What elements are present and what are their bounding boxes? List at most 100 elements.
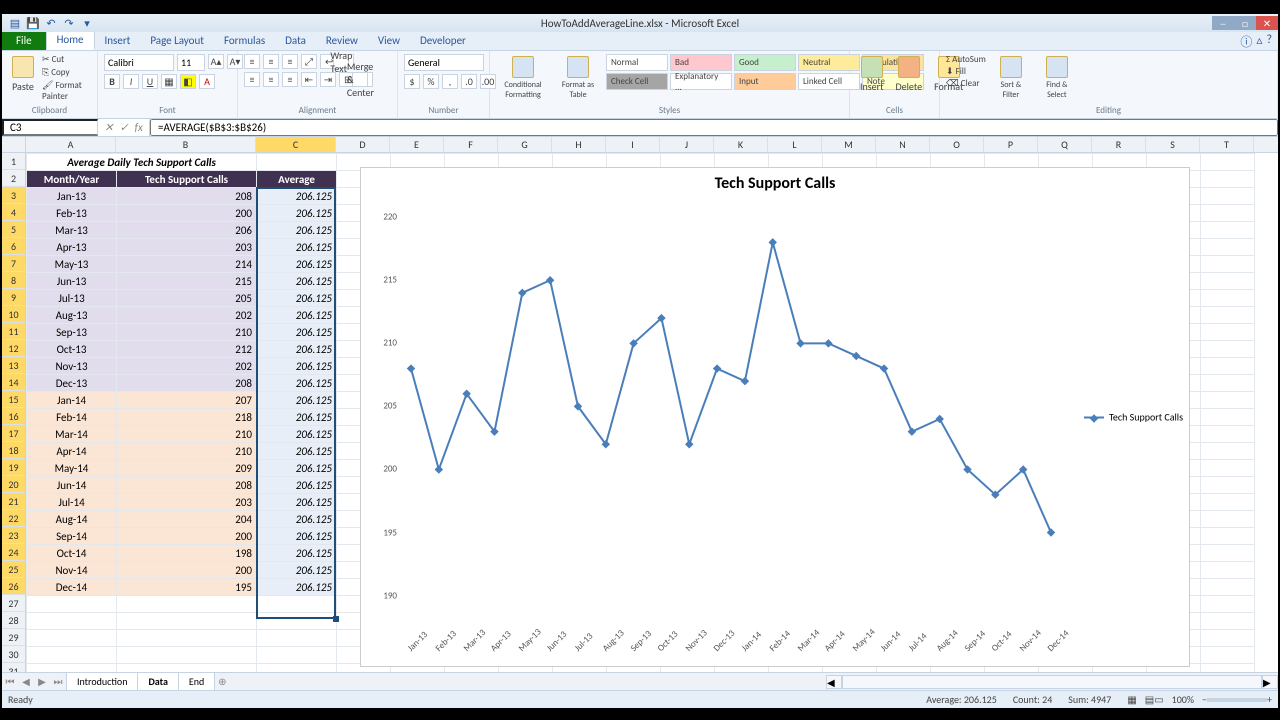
col-header-A[interactable]: A (26, 137, 116, 152)
cell-T15[interactable] (1201, 392, 1255, 409)
help2-icon[interactable]: ? (1266, 33, 1272, 50)
view-pagebreak-icon[interactable]: ▭ (1154, 693, 1163, 706)
cell-style-normal[interactable]: Normal (606, 54, 668, 71)
zoom-in-icon[interactable]: + (1267, 693, 1272, 706)
col-header-L[interactable]: L (768, 137, 822, 152)
cell-B7[interactable]: 214 (117, 256, 257, 273)
row-header-8[interactable]: 8 (2, 272, 25, 289)
fill-button[interactable]: ⬇ Fill (946, 66, 986, 77)
ribbon-tab-review[interactable]: Review (316, 31, 368, 50)
align-center-icon[interactable]: ≡ (263, 72, 279, 87)
cell-C17[interactable]: 206.125 (257, 426, 337, 443)
cell-T17[interactable] (1201, 426, 1255, 443)
col-header-H[interactable]: H (552, 137, 606, 152)
font-size-select[interactable] (177, 54, 205, 71)
fill-handle[interactable] (333, 616, 339, 622)
align-bottom-icon[interactable]: ≡ (282, 54, 298, 69)
row-header-10[interactable]: 10 (2, 306, 25, 323)
cell-T4[interactable] (1201, 205, 1255, 222)
cell-C16[interactable]: 206.125 (257, 409, 337, 426)
cell-A1[interactable]: Average Daily Tech Support Calls (27, 154, 257, 171)
align-middle-icon[interactable]: ≡ (263, 54, 279, 69)
sheet-nav-first-icon[interactable]: ⏮ (2, 675, 18, 688)
number-format-select[interactable] (404, 54, 484, 71)
cell-C3[interactable]: 206.125 (257, 188, 337, 205)
col-header-F[interactable]: F (444, 137, 498, 152)
cell-B18[interactable]: 210 (117, 443, 257, 460)
cell-A4[interactable]: Feb-13 (27, 205, 117, 222)
cell-A17[interactable]: Mar-14 (27, 426, 117, 443)
cell-B8[interactable]: 215 (117, 273, 257, 290)
undo-icon[interactable]: ↶ (44, 16, 58, 30)
cell-A30[interactable] (27, 647, 117, 664)
sheet-tab-introduction[interactable]: Introduction (66, 672, 138, 691)
cell-A8[interactable]: Jun-13 (27, 273, 117, 290)
save-icon[interactable]: 💾 (26, 16, 40, 30)
row-header-29[interactable]: 29 (2, 629, 25, 646)
row-header-3[interactable]: 3 (2, 187, 25, 204)
redo-icon[interactable]: ↷ (62, 16, 76, 30)
italic-button[interactable]: I (123, 74, 139, 89)
col-header-Q[interactable]: Q (1038, 137, 1092, 152)
formula-input[interactable] (150, 119, 1278, 136)
cell-style-check-cell[interactable]: Check Cell (606, 73, 668, 90)
cell-A23[interactable]: Sep-14 (27, 528, 117, 545)
ribbon-tab-home[interactable]: Home (46, 29, 95, 50)
cell-T19[interactable] (1201, 460, 1255, 477)
col-header-T[interactable]: T (1200, 137, 1254, 152)
cell-C4[interactable]: 206.125 (257, 205, 337, 222)
cell-B27[interactable] (117, 596, 257, 613)
zoom-slider[interactable] (1207, 698, 1267, 702)
col-header-C[interactable]: C (256, 137, 336, 152)
cell-A26[interactable]: Dec-14 (27, 579, 117, 596)
font-name-select[interactable] (104, 54, 174, 71)
cell-A19[interactable]: May-14 (27, 460, 117, 477)
cell-T21[interactable] (1201, 494, 1255, 511)
bold-button[interactable]: B (104, 74, 120, 89)
row-header-22[interactable]: 22 (2, 510, 25, 527)
fill-color-button[interactable]: ◧ (180, 74, 196, 89)
cell-T13[interactable] (1201, 358, 1255, 375)
cell-B11[interactable]: 210 (117, 324, 257, 341)
col-header-P[interactable]: P (984, 137, 1038, 152)
cell-B29[interactable] (117, 630, 257, 647)
cell-T14[interactable] (1201, 375, 1255, 392)
row-header-18[interactable]: 18 (2, 442, 25, 459)
row-header-14[interactable]: 14 (2, 374, 25, 391)
paste-button[interactable]: Paste (8, 54, 38, 95)
cell-B12[interactable]: 212 (117, 341, 257, 358)
row-header-31[interactable]: 31 (2, 663, 25, 672)
cell-C5[interactable]: 206.125 (257, 222, 337, 239)
cell-T16[interactable] (1201, 409, 1255, 426)
cell-B6[interactable]: 203 (117, 239, 257, 256)
cell-T6[interactable] (1201, 239, 1255, 256)
comma-icon[interactable]: , (442, 74, 458, 89)
cell-C18[interactable]: 206.125 (257, 443, 337, 460)
row-header-5[interactable]: 5 (2, 221, 25, 238)
cell-C15[interactable]: 206.125 (257, 392, 337, 409)
cell-T23[interactable] (1201, 528, 1255, 545)
view-layout-icon[interactable]: ▤ (1145, 693, 1154, 706)
cell-B21[interactable]: 203 (117, 494, 257, 511)
row-header-28[interactable]: 28 (2, 612, 25, 629)
cell-C23[interactable]: 206.125 (257, 528, 337, 545)
cell-C28[interactable] (257, 613, 337, 630)
cell-B22[interactable]: 204 (117, 511, 257, 528)
name-box[interactable] (2, 119, 98, 136)
view-normal-icon[interactable]: ▦ (1127, 693, 1136, 706)
row-header-2[interactable]: 2 (2, 170, 25, 187)
underline-button[interactable]: U (142, 74, 158, 89)
ribbon-tab-view[interactable]: View (368, 31, 410, 50)
cell-style-good[interactable]: Good (734, 54, 796, 71)
find-select-button[interactable]: Find & Select (1036, 54, 1078, 102)
cell-B13[interactable]: 202 (117, 358, 257, 375)
align-left-icon[interactable]: ≡ (244, 72, 260, 87)
file-tab[interactable]: File (2, 31, 46, 50)
cell-A9[interactable]: Jul-13 (27, 290, 117, 307)
minimize-button[interactable]: ─ (1212, 16, 1234, 30)
sheet-nav-last-icon[interactable]: ⏭ (50, 675, 66, 688)
row-header-19[interactable]: 19 (2, 459, 25, 476)
cell-T3[interactable] (1201, 188, 1255, 205)
cell-C22[interactable]: 206.125 (257, 511, 337, 528)
cell-A5[interactable]: Mar-13 (27, 222, 117, 239)
